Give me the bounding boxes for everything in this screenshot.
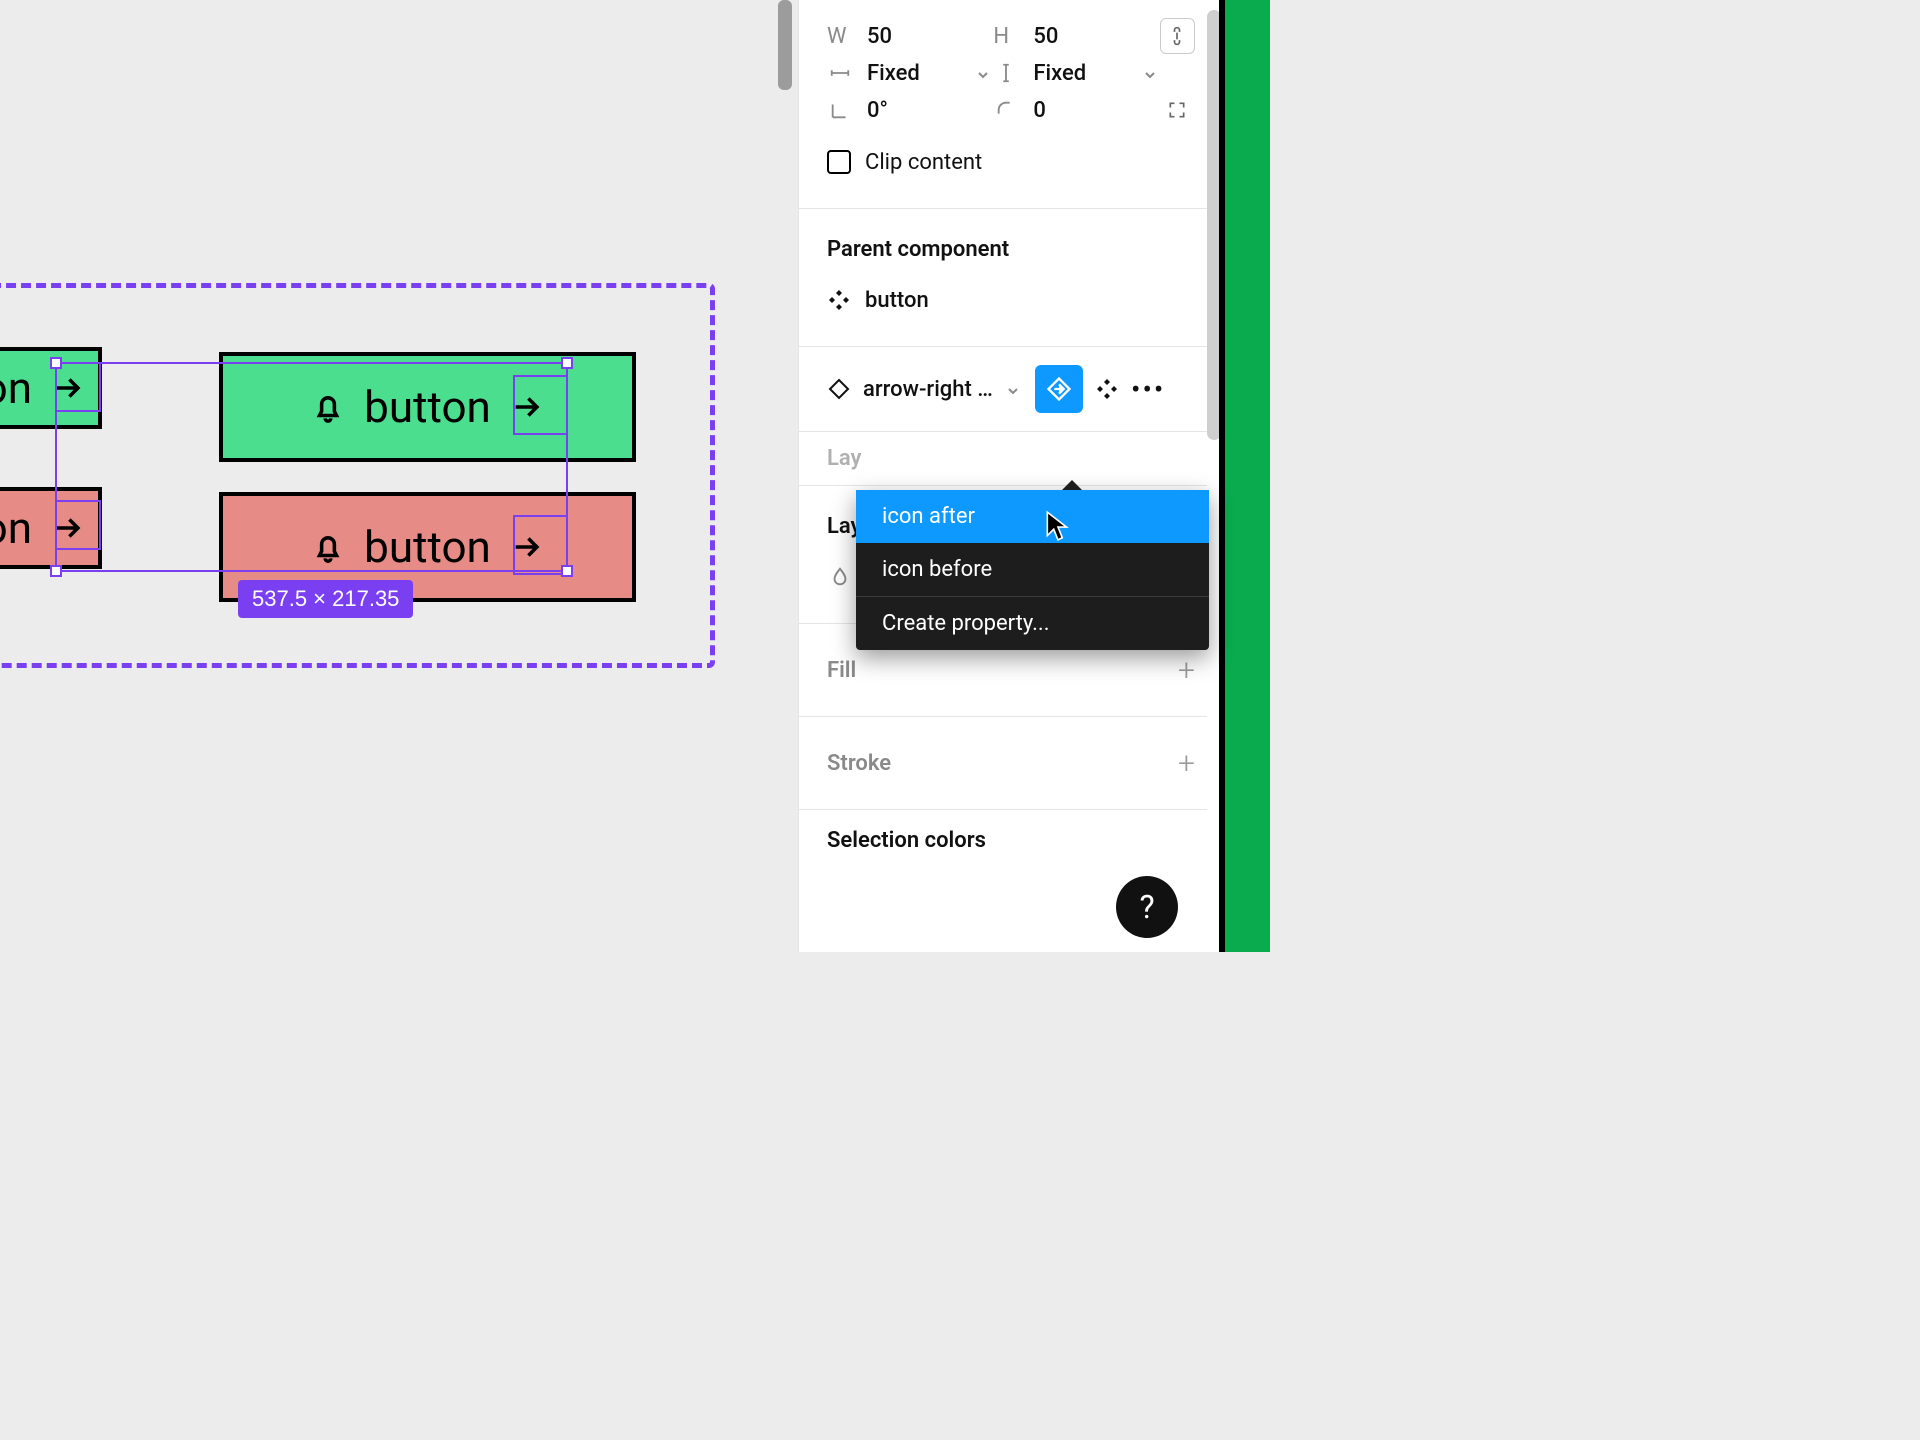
button-text: on xyxy=(0,502,32,554)
instance-icon xyxy=(827,377,851,401)
width-input[interactable]: 50 xyxy=(867,24,993,49)
selection-colors-section: Selection colors xyxy=(799,810,1223,871)
blend-mode-icon xyxy=(827,564,853,590)
selection-dimensions-badge: 537.5 × 217.35 xyxy=(238,580,413,618)
button-variant-small-green[interactable]: on xyxy=(0,347,102,429)
button-variant-small-red[interactable]: on xyxy=(0,487,102,569)
stroke-title: Stroke xyxy=(827,741,891,786)
section-title-partial: Lay xyxy=(827,446,861,471)
stroke-section: Stroke + xyxy=(799,717,1223,810)
parent-component-name[interactable]: button xyxy=(865,288,1195,313)
horizontal-sizing-select[interactable]: Fixed xyxy=(867,61,961,86)
link-dimensions-icon[interactable] xyxy=(1160,18,1195,54)
clip-content-label: Clip content xyxy=(865,150,982,175)
cursor-icon xyxy=(1045,510,1071,546)
instance-swap-section: arrow-right … ••• xyxy=(799,347,1223,432)
layout-section-partial: Lay xyxy=(799,432,1223,486)
instance-swap-select[interactable]: arrow-right … xyxy=(863,377,993,402)
button-text: button xyxy=(364,381,491,433)
dropdown-item-icon-before[interactable]: icon before xyxy=(856,543,1209,596)
help-button[interactable]: ? xyxy=(1116,876,1178,938)
add-stroke-button[interactable]: + xyxy=(1178,746,1195,781)
button-variant-large-green[interactable]: button xyxy=(219,352,636,462)
chevron-down-icon xyxy=(975,64,993,82)
more-options-button[interactable]: ••• xyxy=(1131,373,1165,406)
corner-radius-icon xyxy=(993,97,1019,123)
component-icon xyxy=(827,288,851,312)
arrow-right-icon xyxy=(509,389,545,425)
vertical-sizing-select[interactable]: Fixed xyxy=(1033,61,1127,86)
bell-icon xyxy=(310,529,346,565)
angle-icon xyxy=(827,97,853,123)
selection-colors-title: Selection colors xyxy=(827,818,986,863)
background-strip xyxy=(1225,0,1270,952)
arrow-right-icon xyxy=(50,510,86,546)
chevron-down-icon xyxy=(1005,380,1023,398)
horizontal-resize-icon xyxy=(827,60,853,86)
property-dropdown[interactable]: icon after icon before Create property..… xyxy=(856,490,1209,650)
scrollbar[interactable] xyxy=(778,0,792,90)
button-text: button xyxy=(364,521,491,573)
height-label: H xyxy=(993,24,1019,49)
apply-instance-swap-button[interactable] xyxy=(1035,365,1083,413)
width-label: W xyxy=(827,24,853,49)
bell-icon xyxy=(310,389,346,425)
arrow-right-icon xyxy=(50,370,86,406)
button-text: on xyxy=(0,362,32,414)
canvas[interactable]: on button on button xyxy=(0,0,798,952)
corner-radius-input[interactable]: 0 xyxy=(1033,98,1159,123)
dimensions-section: W 50 H 50 Fixed Fixed xyxy=(799,0,1223,209)
height-input[interactable]: 50 xyxy=(1033,24,1159,49)
properties-panel: W 50 H 50 Fixed Fixed xyxy=(798,0,1223,952)
dropdown-item-create-property[interactable]: Create property... xyxy=(856,597,1209,650)
chevron-down-icon xyxy=(1142,64,1160,82)
parent-component-title: Parent component xyxy=(827,227,1195,272)
component-set-icon[interactable] xyxy=(1095,377,1119,401)
arrow-right-icon xyxy=(509,529,545,565)
independent-corners-icon[interactable] xyxy=(1160,92,1195,128)
vertical-resize-icon xyxy=(993,60,1019,86)
parent-component-section: Parent component button xyxy=(799,209,1223,347)
help-label: ? xyxy=(1139,888,1154,926)
clip-content-checkbox[interactable] xyxy=(827,150,851,174)
add-fill-button[interactable]: + xyxy=(1178,653,1195,688)
dropdown-item-icon-after[interactable]: icon after xyxy=(856,490,1209,543)
rotation-input[interactable]: 0° xyxy=(867,98,993,123)
fill-title: Fill xyxy=(827,648,856,693)
